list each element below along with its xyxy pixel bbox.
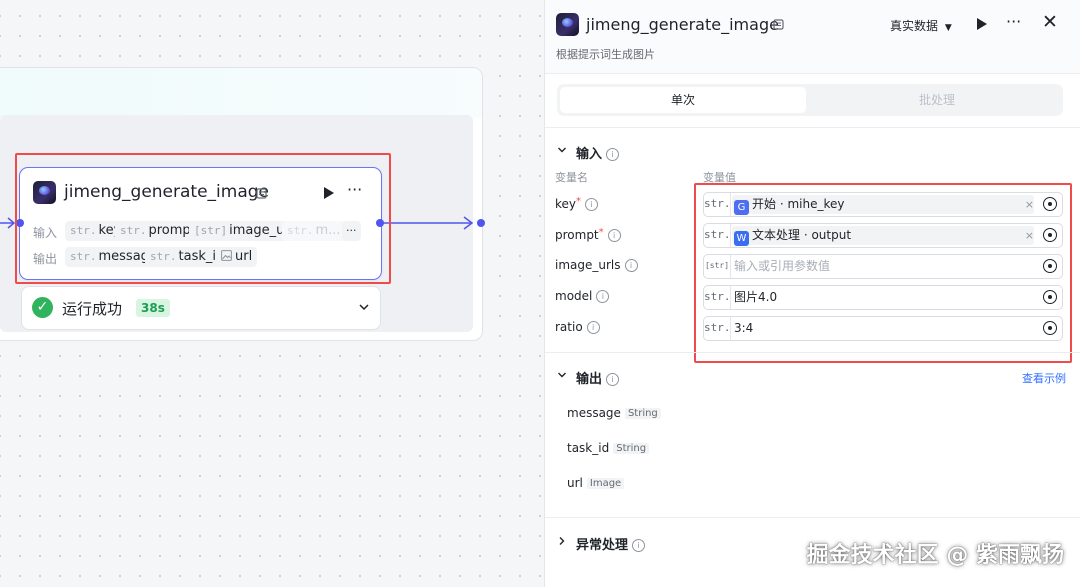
variable-picker-icon[interactable] <box>1043 197 1057 211</box>
node-inputs-more-button[interactable]: ··· <box>342 221 361 241</box>
var-label-prompt: prompt* i <box>555 227 621 242</box>
node-input-prompt: str. prompt <box>115 221 201 241</box>
node-output-label: 输出 <box>33 252 58 266</box>
plugin-node-card[interactable]: jimeng_generate_image ··· 输入 str. key str… <box>19 167 382 280</box>
var-label-ratio: ratio i <box>555 320 600 334</box>
value-text-ratio: 3:4 <box>734 321 754 335</box>
run-status-card[interactable]: ✓ 运行成功 38s <box>21 286 381 330</box>
value-text-model: 图片4.0 <box>734 290 778 304</box>
tab-batch[interactable]: 批处理 <box>814 87 1060 113</box>
panel-header: jimeng_generate_image 根据提示词生成图片 真实数据 ▼ ·… <box>545 0 1080 74</box>
error-section-title[interactable]: 异常处理 i <box>576 534 646 553</box>
next-node-port[interactable] <box>477 219 485 227</box>
info-icon[interactable]: i <box>606 148 620 161</box>
text-process-node-icon: W <box>734 231 749 246</box>
image-type-icon <box>221 250 232 261</box>
value-field-prompt[interactable]: str. W 文本处理 · output × <box>703 223 1063 248</box>
copy-icon[interactable] <box>256 188 267 199</box>
type-tag: str. <box>704 193 731 216</box>
workflow-canvas[interactable]: jimeng_generate_image ··· 输入 str. key str… <box>0 0 544 587</box>
copy-icon[interactable] <box>773 19 784 30</box>
chevron-right-icon[interactable] <box>557 536 567 546</box>
col-header-name: 变量名 <box>555 171 588 184</box>
value-field-model[interactable]: str. 图片4.0 <box>703 285 1063 310</box>
info-icon[interactable]: i <box>585 198 599 211</box>
var-label-image-urls: image_urls i <box>555 258 638 272</box>
chevron-down-icon[interactable] <box>557 370 567 380</box>
divider <box>545 352 1080 353</box>
jimeng-app-icon <box>556 13 579 36</box>
node-input-port[interactable] <box>16 219 24 227</box>
reference-chip-key: G 开始 · mihe_key <box>732 195 1034 215</box>
variable-picker-icon[interactable] <box>1043 259 1057 273</box>
view-example-link[interactable]: 查看示例 <box>1022 370 1066 386</box>
var-label-key: key* i <box>555 196 599 211</box>
var-label-model: model i <box>555 289 610 303</box>
outgoing-edge <box>382 216 474 230</box>
run-mode-tabs: 单次 批处理 <box>557 84 1063 116</box>
node-input-model: str. m... <box>282 221 346 241</box>
node-more-icon[interactable]: ··· <box>347 180 362 199</box>
clear-reference-icon[interactable]: × <box>1025 193 1034 216</box>
run-node-icon[interactable] <box>323 186 335 200</box>
type-tag: str. <box>704 224 731 247</box>
data-mode-select[interactable]: 真实数据 ▼ <box>890 17 952 34</box>
run-duration-badge: 38s <box>136 299 170 317</box>
info-icon[interactable]: i <box>606 373 620 386</box>
output-row-message: message String <box>567 406 661 420</box>
variable-picker-icon[interactable] <box>1043 321 1057 335</box>
group-header <box>0 68 482 118</box>
col-header-value: 变量值 <box>703 171 736 184</box>
clear-reference-icon[interactable]: × <box>1025 224 1034 247</box>
close-icon[interactable]: ✕ <box>1042 12 1058 32</box>
node-title: jimeng_generate_image <box>64 182 269 202</box>
value-placeholder: 输入或引用参数值 <box>734 259 831 273</box>
output-row-task-id: task_id String <box>567 441 650 455</box>
info-icon[interactable]: i <box>624 259 638 272</box>
run-status-text: 运行成功 <box>62 300 123 318</box>
watermark: 掘金技术社区 @ 紫雨飘扬 <box>806 543 1064 568</box>
variable-picker-icon[interactable] <box>1043 228 1057 242</box>
tab-single[interactable]: 单次 <box>560 87 806 113</box>
run-icon[interactable] <box>976 17 988 31</box>
node-output-url: url <box>216 247 258 267</box>
value-field-image-urls[interactable]: [str] 输入或引用参数值 <box>703 254 1063 279</box>
divider <box>545 127 1080 128</box>
type-tag: [str] <box>704 255 731 278</box>
reference-chip-prompt: W 文本处理 · output <box>732 226 1034 246</box>
panel-subtitle: 根据提示词生成图片 <box>556 48 655 61</box>
jimeng-app-icon <box>33 181 56 204</box>
info-icon[interactable]: i <box>632 539 646 552</box>
start-node-icon: G <box>734 200 749 215</box>
node-config-panel: jimeng_generate_image 根据提示词生成图片 真实数据 ▼ ·… <box>544 0 1080 587</box>
variable-picker-icon[interactable] <box>1043 290 1057 304</box>
success-check-icon: ✓ <box>32 297 53 318</box>
node-input-label: 输入 <box>33 226 58 240</box>
caret-down-icon: ▼ <box>944 23 952 33</box>
type-tag: str. <box>704 286 731 309</box>
info-icon[interactable]: i <box>596 290 610 303</box>
type-tag: str. <box>704 317 731 340</box>
divider <box>545 517 1080 518</box>
chevron-down-icon[interactable] <box>557 145 567 155</box>
info-icon[interactable]: i <box>586 321 600 334</box>
value-field-ratio[interactable]: str. 3:4 <box>703 316 1063 341</box>
chevron-down-icon[interactable] <box>358 302 370 312</box>
info-icon[interactable]: i <box>607 229 621 242</box>
panel-title: jimeng_generate_image <box>586 15 779 34</box>
more-icon[interactable]: ··· <box>1006 12 1021 31</box>
data-mode-label: 真实数据 <box>890 19 939 33</box>
output-section-title: 输出 i <box>576 368 620 387</box>
value-field-key[interactable]: str. G 开始 · mihe_key × <box>703 192 1063 217</box>
output-row-url: url Image <box>567 476 625 490</box>
input-section-title: 输入 i <box>576 143 620 162</box>
